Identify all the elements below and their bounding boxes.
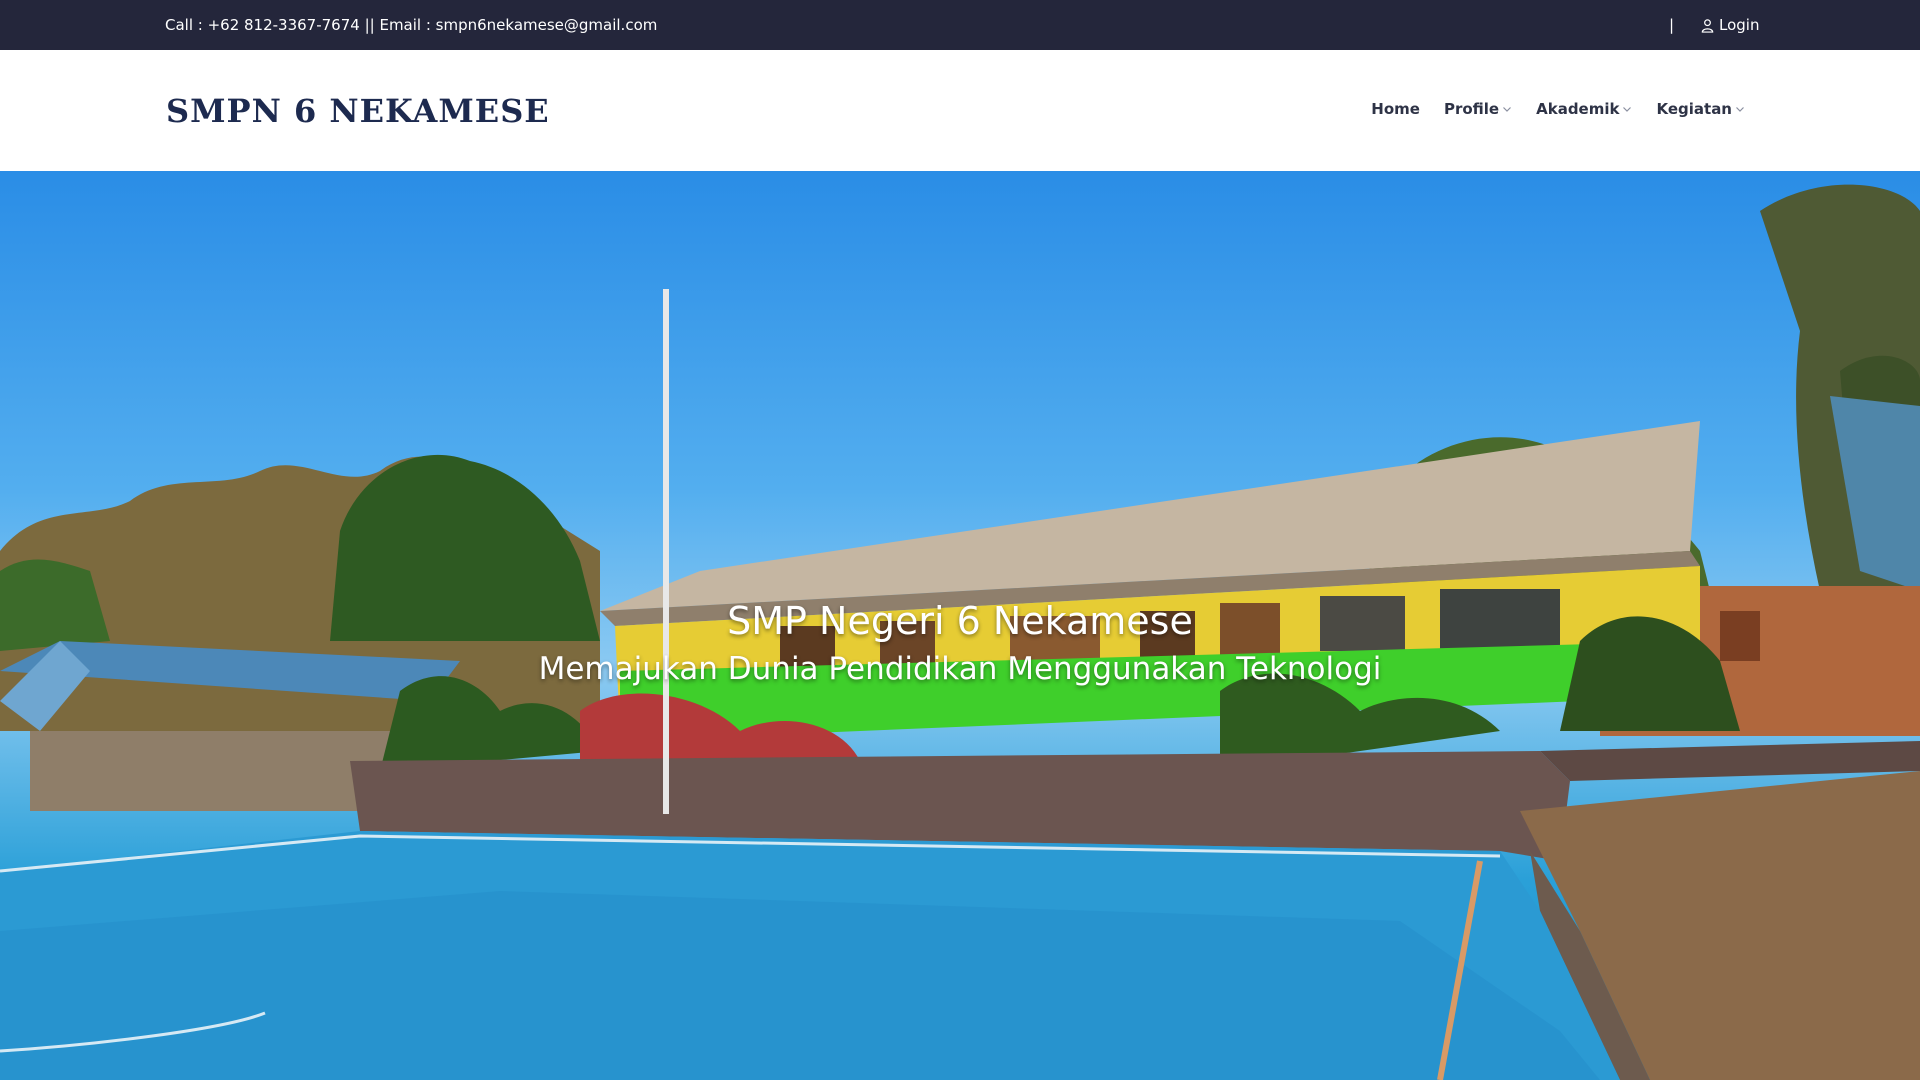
topbar-separator: | (1669, 16, 1675, 34)
contact-info: Call : +62 812-3367-7674 || Email : smpn… (165, 16, 658, 34)
login-label: Login (1719, 16, 1760, 34)
chevron-down-icon (1623, 107, 1632, 112)
hero-subtitle: Memajukan Dunia Pendidikan Menggunakan T… (538, 651, 1382, 687)
chevron-down-icon (1503, 107, 1512, 112)
hero-banner: SMP Negeri 6 Nekamese Memajukan Dunia Pe… (0, 171, 1920, 1080)
nav-akademik-label: Akademik (1536, 100, 1620, 118)
login-link[interactable]: Login (1700, 15, 1759, 35)
site-logo[interactable]: SMPN 6 NEKAMESE (166, 92, 550, 130)
user-icon (1701, 18, 1714, 33)
nav-home[interactable]: Home (1371, 100, 1420, 118)
site-header: SMPN 6 NEKAMESE Home Profile Akademik Ke… (0, 50, 1920, 171)
nav-akademik[interactable]: Akademik (1536, 100, 1632, 118)
hero-title: SMP Negeri 6 Nekamese (727, 599, 1193, 643)
nav-profile-label: Profile (1443, 100, 1500, 118)
nav-home-label: Home (1371, 100, 1420, 118)
top-bar: Call : +62 812-3367-7674 || Email : smpn… (0, 0, 1920, 50)
main-nav: Home Profile Akademik Kegiatan (1371, 100, 1745, 118)
nav-kegiatan[interactable]: Kegiatan (1656, 100, 1745, 118)
chevron-down-icon (1736, 107, 1744, 112)
nav-kegiatan-label: Kegiatan (1656, 100, 1732, 118)
nav-profile[interactable]: Profile (1444, 100, 1512, 118)
